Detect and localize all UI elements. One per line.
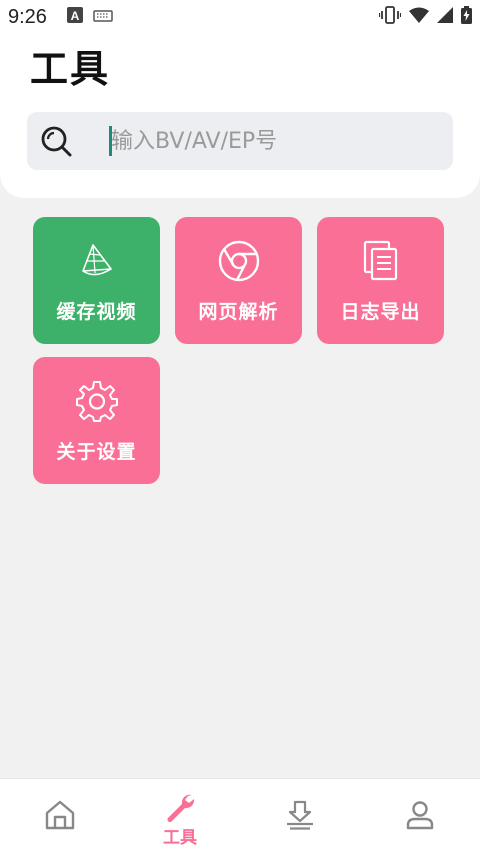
- tool-settings-button[interactable]: 关于设置: [33, 357, 160, 484]
- page-title: 工具: [30, 47, 111, 91]
- status-left: 9:26 A: [8, 6, 113, 29]
- download-icon: [287, 800, 313, 830]
- signal-icon: [437, 6, 453, 28]
- tile-label: 日志导出: [340, 301, 421, 323]
- bottom-navigation: 工具: [0, 778, 480, 853]
- search-icon: [41, 126, 72, 157]
- vibrate-icon: [378, 5, 402, 29]
- status-time: 9:26: [8, 5, 47, 28]
- a-notification-icon: A: [66, 6, 83, 28]
- wrench-icon: [167, 794, 195, 822]
- svg-text:A: A: [71, 9, 80, 23]
- tool-web-parse-button[interactable]: 网页解析: [175, 217, 302, 344]
- gear-icon: [76, 381, 118, 422]
- keyboard-icon: [93, 6, 113, 28]
- zongzi-icon: [82, 244, 112, 276]
- browser-icon: [218, 240, 260, 282]
- status-bar: 9:26 A: [0, 0, 480, 34]
- nav-tools[interactable]: 工具: [120, 779, 240, 853]
- tool-cache-video-button[interactable]: 缓存视频: [33, 217, 160, 344]
- home-icon: [45, 800, 75, 830]
- tile-label: 缓存视频: [56, 301, 137, 323]
- profile-icon: [406, 801, 434, 830]
- search-input[interactable]: [111, 112, 441, 170]
- nav-tools-label: 工具: [163, 828, 197, 848]
- header-card: 工具: [0, 34, 480, 198]
- nav-profile[interactable]: [360, 779, 480, 853]
- search-box[interactable]: [27, 112, 453, 170]
- nav-download[interactable]: [240, 779, 360, 853]
- nav-home[interactable]: [0, 779, 120, 853]
- tool-log-export-button[interactable]: 日志导出: [317, 217, 444, 344]
- tile-label: 关于设置: [56, 441, 137, 463]
- status-right: [378, 5, 472, 29]
- wifi-icon: [409, 6, 429, 28]
- documents-icon: [363, 240, 398, 281]
- tile-label: 网页解析: [198, 301, 279, 323]
- battery-charging-icon: [461, 5, 472, 29]
